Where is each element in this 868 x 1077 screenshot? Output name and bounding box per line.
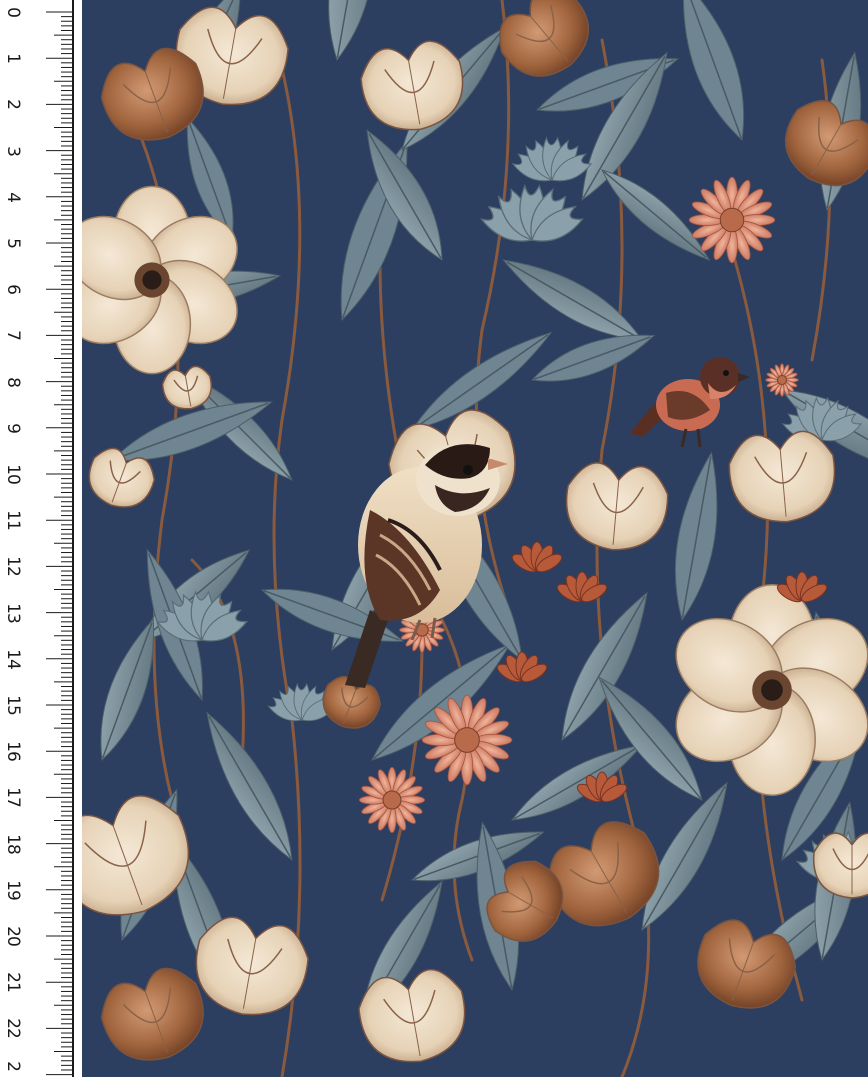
ruler-label: 10 <box>3 464 23 484</box>
ruler-label: 2 <box>3 1061 23 1071</box>
ruler-label: 4 <box>3 191 23 202</box>
ruler-label: 18 <box>3 833 23 854</box>
ruler-label: 2 <box>3 99 23 110</box>
ruler-label: 11 <box>3 510 23 530</box>
ruler-label: 17 <box>3 787 23 808</box>
ruler-label: 21 <box>3 972 23 992</box>
floral-pattern <box>82 0 868 1077</box>
measurement-ruler: 0 1 2 3 4 5 6 7 8 9 10 11 12 13 14 15 16 17 18 19 20 21 22 2 <box>0 0 74 1077</box>
ruler-label: 0 <box>3 7 23 17</box>
floral-pattern-artwork <box>82 0 868 1077</box>
ruler-label: 20 <box>3 926 23 946</box>
ruler-label: 12 <box>3 556 23 577</box>
ruler-label: 9 <box>3 422 23 433</box>
coral-daisy-flower <box>358 766 426 834</box>
ruler-label: 5 <box>3 238 23 248</box>
coral-daisy-flower <box>688 176 776 264</box>
ruler-label: 1 <box>3 53 23 64</box>
coral-daisy-flower <box>421 694 513 786</box>
ruler-label: 15 <box>3 695 23 715</box>
ruler-label: 6 <box>3 284 23 295</box>
ruler-label: 13 <box>3 602 23 623</box>
ruler-label: 16 <box>3 741 23 761</box>
ruler-label: 22 <box>3 1018 23 1039</box>
ruler-label: 7 <box>3 330 23 341</box>
ruler-label: 3 <box>3 145 23 156</box>
coral-bud-flower <box>765 363 799 397</box>
ruler-label: 14 <box>3 648 23 669</box>
ruler-label: 19 <box>3 879 23 900</box>
ruler-label: 8 <box>3 376 23 387</box>
